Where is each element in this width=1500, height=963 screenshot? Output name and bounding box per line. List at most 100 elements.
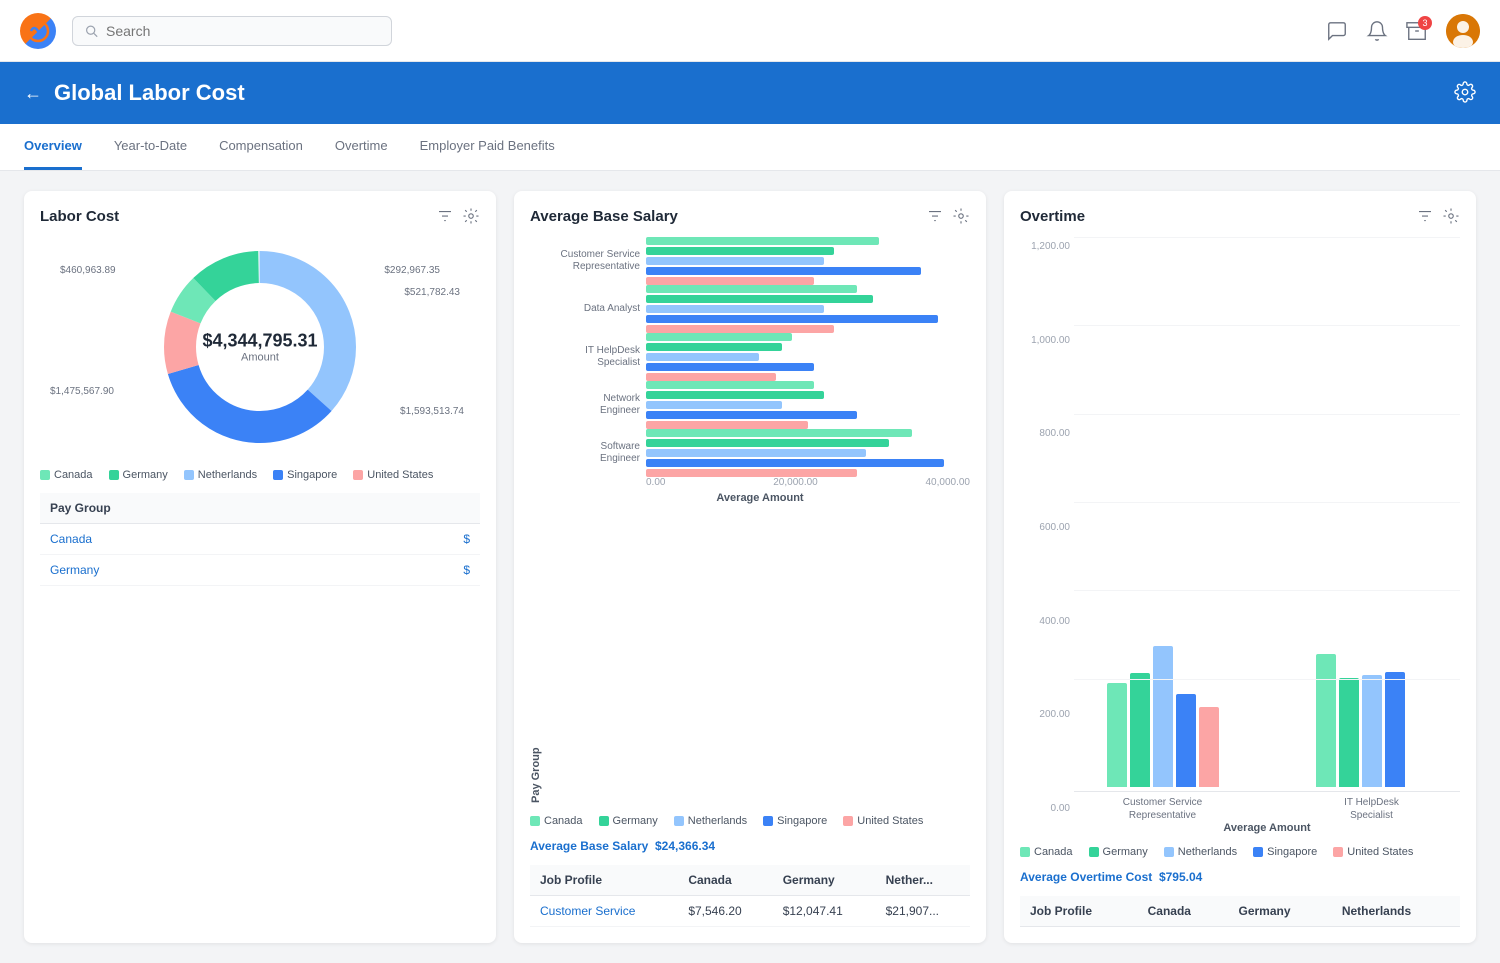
labor-cost-icons[interactable] (436, 207, 480, 225)
col-germany: Germany (773, 865, 876, 896)
nav-right: 3 (1326, 14, 1480, 48)
vbar-group-it (1283, 627, 1460, 787)
filter-icon-overtime[interactable] (1416, 207, 1434, 225)
search-input[interactable] (106, 23, 379, 39)
overtime-card: Overtime 1,200.001,000.00800.00600.00400… (1004, 191, 1476, 943)
vbar-netherlands-csr (1153, 646, 1173, 787)
page-title: Global Labor Cost (54, 80, 245, 106)
vbar-yaxis: 1,200.001,000.00800.00600.00400.00200.00… (1020, 237, 1074, 834)
vbar-netherlands-it (1362, 675, 1382, 787)
legend-dot-singapore (273, 470, 283, 480)
filter-icon-salary[interactable] (926, 207, 944, 225)
vbar-canada-csr (1107, 683, 1127, 787)
search-icon (85, 24, 98, 38)
main-content: Labor Cost (0, 171, 1500, 963)
amount-germany: $ (371, 555, 480, 586)
legend-us: United States (353, 469, 433, 481)
salary-ylabel: Pay Group (530, 237, 542, 803)
vbar-singapore-csr (1176, 694, 1196, 787)
header-bar: ← Global Labor Cost (0, 62, 1500, 124)
salary-xlabel: Average Amount (550, 492, 970, 504)
card-header-salary: Average Base Salary (530, 207, 970, 225)
col-job-profile-ot: Job Profile (1020, 896, 1138, 927)
tab-overview[interactable]: Overview (24, 124, 82, 170)
hbar-row-ne: NetworkEngineer (550, 381, 970, 429)
labor-cost-title: Labor Cost (40, 208, 119, 225)
legend-singapore: Singapore (273, 469, 337, 481)
legend-germany: Germany (109, 469, 168, 481)
vbar-bars (1074, 237, 1460, 792)
tab-compensation[interactable]: Compensation (219, 124, 303, 170)
pay-group-germany[interactable]: Germany (40, 555, 371, 586)
settings-icon[interactable] (1454, 81, 1476, 106)
donut-chart: $4,344,795.31 Amount $292,967.35 $521,78… (40, 237, 480, 457)
xaxis-salary: 0.0020,000.0040,000.00 (550, 477, 970, 488)
legend-dot-us (353, 470, 363, 480)
search-box[interactable] (72, 16, 392, 46)
gear-icon-overtime[interactable] (1442, 207, 1460, 225)
amount-canada: $ (371, 524, 480, 555)
donut-amount: $4,344,795.31 (202, 331, 317, 352)
salary-card-icons[interactable] (926, 207, 970, 225)
legend-netherlands: Netherlands (184, 469, 257, 481)
overtime-card-icons[interactable] (1416, 207, 1460, 225)
salary-table: Job Profile Canada Germany Nether... Cus… (530, 865, 970, 927)
hbar-row-se: SoftwareEngineer (550, 429, 970, 477)
job-profile-cs[interactable]: Customer Service (530, 896, 678, 927)
labor-cost-card: Labor Cost (24, 191, 496, 943)
inbox-icon[interactable]: 3 (1406, 20, 1428, 42)
tab-ytd[interactable]: Year-to-Date (114, 124, 187, 170)
avg-base-salary-card: Average Base Salary Pay Group Customer (514, 191, 986, 943)
user-avatar[interactable] (1446, 14, 1480, 48)
donut-center: $4,344,795.31 Amount (202, 331, 317, 364)
back-button[interactable]: ← (24, 83, 42, 104)
card-header-labor: Labor Cost (40, 207, 480, 225)
gear-icon-salary[interactable] (952, 207, 970, 225)
vbar-chart-wrapper: 1,200.001,000.00800.00600.00400.00200.00… (1020, 237, 1460, 834)
vbar-germany-csr (1130, 673, 1150, 787)
overtime-xlabel: Average Amount (1074, 822, 1460, 834)
vbar-group-csr (1074, 627, 1251, 787)
col-amount (371, 493, 480, 524)
overtime-title: Overtime (1020, 208, 1085, 225)
legend-dot-germany (109, 470, 119, 480)
hbar-chart-area: Pay Group Customer ServiceRepresentative (530, 237, 970, 803)
overtime-table: Job Profile Canada Germany Netherlands (1020, 896, 1460, 927)
col-pay-group: Pay Group (40, 493, 371, 524)
donut-label-netherlands: $1,593,513.74 (400, 406, 464, 417)
table-row: Customer Service $7,546.20 $12,047.41 $2… (530, 896, 970, 927)
pay-group-canada[interactable]: Canada (40, 524, 371, 555)
salary-stat: Average Base Salary $24,366.34 (530, 839, 970, 853)
workday-logo (20, 13, 56, 49)
legend-dot-canada (40, 470, 50, 480)
card-header-overtime: Overtime (1020, 207, 1460, 225)
col-germany-ot: Germany (1229, 896, 1332, 927)
vbar-germany-it (1339, 678, 1359, 787)
chat-icon[interactable] (1326, 20, 1348, 42)
vbar-singapore-it (1385, 672, 1405, 787)
table-row: Germany $ (40, 555, 480, 586)
col-nether: Nether... (876, 865, 970, 896)
table-row: Canada $ (40, 524, 480, 555)
donut-label: Amount (202, 352, 317, 364)
notification-icon[interactable] (1366, 20, 1388, 42)
col-job-profile: Job Profile (530, 865, 678, 896)
vbar-xaxis: Customer ServiceRepresentative IT HelpDe… (1074, 796, 1460, 822)
col-netherlands-ot: Netherlands (1332, 896, 1460, 927)
vbar-content: Customer ServiceRepresentative IT HelpDe… (1074, 237, 1460, 834)
hbar-row-csr: Customer ServiceRepresentative (550, 237, 970, 285)
vbar-canada-it (1316, 654, 1336, 787)
top-nav: 3 (0, 0, 1500, 62)
col-canada-ot: Canada (1138, 896, 1229, 927)
donut-label-us: $460,963.89 (60, 265, 116, 276)
vbar-us-csr (1199, 707, 1219, 787)
tab-bar: Overview Year-to-Date Compensation Overt… (0, 124, 1500, 171)
overtime-legend: Canada Germany Netherlands Singapore Uni… (1020, 846, 1460, 858)
filter-icon[interactable] (436, 207, 454, 225)
gear-icon[interactable] (462, 207, 480, 225)
hbar-row-it: IT HelpDeskSpecialist (550, 333, 970, 381)
tab-employer-paid[interactable]: Employer Paid Benefits (420, 124, 555, 170)
tab-overtime[interactable]: Overtime (335, 124, 388, 170)
overtime-stat: Average Overtime Cost $795.04 (1020, 870, 1460, 884)
labor-legend: Canada Germany Netherlands Singapore Uni… (40, 469, 480, 481)
